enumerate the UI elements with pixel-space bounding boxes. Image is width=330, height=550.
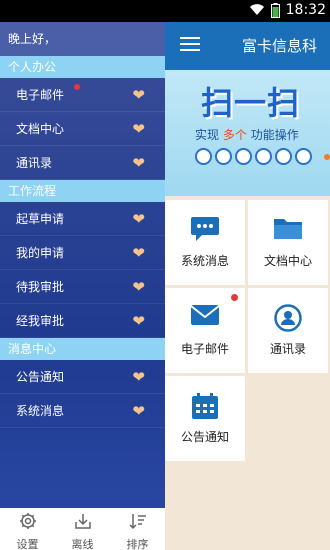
favorite-heart-icon[interactable]: ❤ (132, 236, 145, 270)
drawer-item-document-center[interactable]: 文档中心 ❤ (0, 112, 165, 146)
favorite-heart-icon[interactable]: ❤ (132, 78, 145, 112)
unread-badge (74, 84, 80, 90)
settings-button[interactable]: 设置 (0, 508, 55, 550)
battery-icon (271, 3, 280, 18)
drawer-item-contacts[interactable]: 通讯录 ❤ (0, 146, 165, 180)
drawer-item-label: 通讯录 (16, 156, 53, 170)
clock: 18:32 (285, 2, 326, 18)
favorite-heart-icon[interactable]: ❤ (132, 202, 145, 236)
bottom-label: 设置 (16, 538, 39, 550)
section-header-workflow: 工作流程 (0, 180, 165, 202)
tile-system-message[interactable]: 系统消息 (165, 200, 245, 285)
tile-announcement[interactable]: 公告通知 (165, 376, 245, 461)
gear-icon (19, 513, 36, 529)
download-icon (74, 514, 91, 529)
feature-icon (195, 148, 212, 165)
drawer-bottom-bar: 设置 离线 排序 (0, 508, 165, 550)
banner-subtitle: 实现 多个 功能操作 (195, 128, 299, 142)
tile-label: 文档中心 (263, 254, 312, 268)
drawer-item-approved-by-me[interactable]: 经我审批 ❤ (0, 304, 165, 338)
menu-icon[interactable] (180, 34, 200, 54)
calendar-icon (192, 393, 218, 419)
greeting: 晚上好， (0, 22, 165, 56)
mail-icon (190, 305, 220, 325)
drawer-item-label: 文档中心 (16, 122, 65, 136)
status-bar: 18:32 (0, 0, 330, 22)
wifi-icon (250, 4, 264, 16)
drawer-item-label: 系统消息 (16, 404, 65, 418)
favorite-heart-icon[interactable]: ❤ (132, 360, 145, 394)
contact-icon (274, 304, 302, 332)
banner-feature-icons (195, 148, 312, 165)
drawer-item-email[interactable]: 电子邮件 ❤ (0, 78, 165, 112)
app-title: 富卡信息科 (242, 37, 318, 55)
favorite-heart-icon[interactable]: ❤ (132, 146, 145, 180)
drawer-item-label: 我的申请 (16, 246, 65, 260)
scan-banner[interactable]: 扫一扫 实现 多个 功能操作 (165, 70, 330, 196)
drawer-item-label: 电子邮件 (16, 88, 65, 102)
favorite-heart-icon[interactable]: ❤ (132, 394, 145, 428)
offline-button[interactable]: 离线 (55, 508, 110, 550)
drawer-item-label: 经我审批 (16, 314, 65, 328)
feature-icon (275, 148, 292, 165)
drawer-item-announcement[interactable]: 公告通知 ❤ (0, 360, 165, 394)
feature-icon (215, 148, 232, 165)
message-icon (191, 217, 219, 241)
tile-label: 系统消息 (180, 254, 229, 268)
tile-label: 电子邮件 (180, 342, 229, 356)
favorite-heart-icon[interactable]: ❤ (132, 270, 145, 304)
drawer-item-my-applications[interactable]: 我的申请 ❤ (0, 236, 165, 270)
tile-label: 公告通知 (180, 430, 229, 444)
section-header-personal-office: 个人办公 (0, 56, 165, 78)
bottom-label: 排序 (126, 538, 149, 550)
favorite-heart-icon[interactable]: ❤ (132, 112, 145, 146)
feature-icon (235, 148, 252, 165)
sort-button[interactable]: 排序 (110, 508, 165, 550)
unread-badge (231, 294, 238, 301)
tile-document-center[interactable]: 文档中心 (248, 200, 328, 285)
page-indicator (324, 154, 330, 160)
drawer-item-pending-approval[interactable]: 待我审批 ❤ (0, 270, 165, 304)
banner-title: 扫一扫 (201, 84, 301, 122)
favorite-heart-icon[interactable]: ❤ (132, 304, 145, 338)
drawer-item-label: 起草申请 (16, 212, 65, 226)
tile-contacts[interactable]: 通讯录 (248, 288, 328, 373)
tile-label: 通讯录 (269, 342, 306, 356)
drawer-item-draft-application[interactable]: 起草申请 ❤ (0, 202, 165, 236)
tile-email[interactable]: 电子邮件 (165, 288, 245, 373)
navigation-drawer: 晚上好， 个人办公 电子邮件 ❤ 文档中心 ❤ 通讯录 ❤ 工作流程 起草申请 … (0, 22, 165, 550)
feature-icon (255, 148, 272, 165)
sort-icon (128, 514, 146, 530)
drawer-item-label: 待我审批 (16, 280, 65, 294)
feature-icon (295, 148, 312, 165)
drawer-item-system-message[interactable]: 系统消息 ❤ (0, 394, 165, 428)
folder-icon (274, 219, 302, 239)
bottom-label: 离线 (71, 538, 94, 550)
section-header-message-center: 消息中心 (0, 338, 165, 360)
drawer-item-label: 公告通知 (16, 370, 65, 384)
